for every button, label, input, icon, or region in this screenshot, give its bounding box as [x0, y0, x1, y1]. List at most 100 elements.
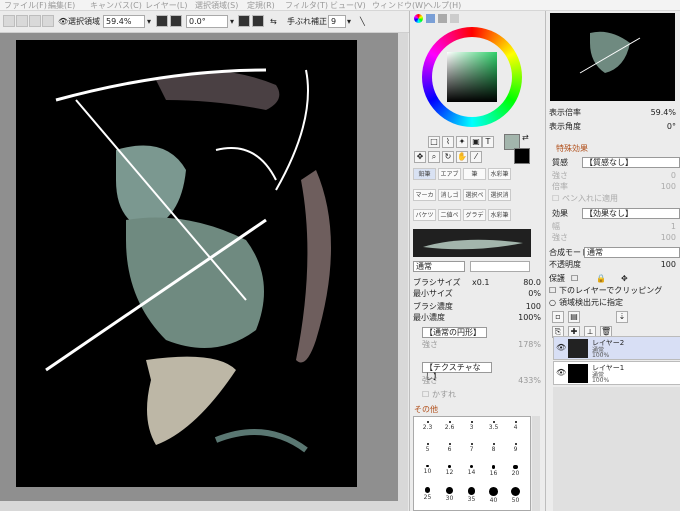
secondary-color-swatch[interactable] — [514, 148, 530, 164]
apply-pen-checkbox[interactable]: ☐ — [552, 193, 559, 204]
eyedropper-icon[interactable]: ⁄ — [470, 151, 482, 163]
menu-canvas[interactable]: キャンバス(C) — [90, 0, 142, 11]
dot-size-cell[interactable]: 2.3 — [420, 421, 435, 436]
dot-size-cell[interactable]: 3 — [464, 421, 479, 436]
eye-icon[interactable]: 👁 — [58, 15, 68, 28]
new-layer-set-icon[interactable]: ▤ — [568, 311, 580, 323]
hand-icon[interactable]: ✋ — [456, 151, 468, 163]
shape-strength-value[interactable]: 178% — [518, 339, 541, 350]
zoom-icon[interactable]: ⌕ — [428, 151, 440, 163]
dot-size-cell[interactable]: 50 — [508, 487, 523, 504]
visibility-eye-icon[interactable]: 👁 — [556, 368, 566, 377]
layer-down-icon[interactable]: ⇣ — [616, 311, 628, 323]
magic-wand-icon[interactable]: ✦ — [456, 136, 468, 148]
move-lock-icon[interactable]: ✥ — [621, 273, 628, 284]
swatch-tab-icon[interactable] — [450, 14, 459, 23]
texture-strength-value[interactable]: 433% — [518, 375, 541, 386]
swap-colors-icon[interactable]: ⇄ — [522, 133, 529, 142]
rotate-reset-button[interactable] — [252, 15, 264, 27]
redo-button[interactable] — [16, 15, 28, 27]
dot-size-cell[interactable]: 5 — [420, 443, 435, 458]
zoom-field[interactable]: 59.4% — [103, 15, 145, 28]
lasso-icon[interactable]: ⌇ — [442, 136, 454, 148]
menu-file[interactable]: ファイル(F) — [4, 0, 47, 11]
navigator-preview[interactable] — [550, 13, 675, 101]
rotate-left-button[interactable] — [238, 15, 250, 27]
color-saturation-box[interactable] — [447, 52, 497, 102]
effect-width-value[interactable]: 1 — [671, 221, 676, 232]
brush-marker[interactable]: マーカー — [413, 189, 436, 201]
magnification-value[interactable]: 100 — [661, 181, 676, 192]
effect-select[interactable]: 【効果なし】 — [582, 208, 680, 219]
layer-item[interactable]: 👁 レイヤー2 通常 100% — [553, 336, 680, 360]
source-checkbox[interactable]: ○ — [549, 297, 556, 308]
brush-shape-select[interactable]: 【通常の円形】 — [422, 327, 487, 338]
angle-dropdown-icon[interactable]: ▾ — [230, 15, 234, 28]
brush-select-pen[interactable]: 選択ペン — [463, 189, 486, 201]
text-tool-icon[interactable]: T — [482, 136, 494, 148]
menu-filter[interactable]: フィルタ(T) — [285, 0, 328, 11]
brush-pencil[interactable]: 鉛筆 — [413, 168, 436, 180]
menu-layer[interactable]: レイヤー(L) — [145, 0, 187, 11]
dot-size-cell[interactable]: 40 — [486, 487, 501, 504]
invert-selection-button[interactable] — [42, 15, 54, 27]
dot-size-cell[interactable]: 20 — [508, 465, 523, 480]
rotate-icon[interactable]: ↻ — [442, 151, 454, 163]
angle-field[interactable]: 0.0° — [186, 15, 228, 28]
protect-checkbox[interactable]: ☐ — [571, 273, 578, 284]
effect-strength-value[interactable]: 0 — [671, 170, 676, 181]
dot-size-cell[interactable]: 6 — [442, 443, 457, 458]
deselect-button[interactable] — [29, 15, 41, 27]
dot-size-cell[interactable]: 3.5 — [486, 421, 501, 436]
hsv-slider-tab-icon[interactable] — [438, 14, 447, 23]
dot-grid-scrollbar[interactable] — [532, 416, 540, 511]
min-size-value[interactable]: 0% — [528, 288, 541, 299]
nav-angle-value[interactable]: 0° — [667, 121, 676, 132]
dot-size-cell[interactable]: 35 — [464, 487, 479, 503]
texture-select[interactable]: 【質感なし】 — [582, 157, 680, 168]
dot-size-cell[interactable]: 25 — [420, 487, 435, 502]
min-density-value[interactable]: 100% — [518, 312, 541, 323]
brush-binary-pen[interactable]: 二値ペン — [438, 209, 461, 221]
dot-size-cell[interactable]: 7 — [464, 443, 479, 458]
brush-bucket[interactable]: バケツ — [413, 209, 436, 221]
brush-airbrush[interactable]: エアブラシ — [438, 168, 461, 180]
menu-ruler[interactable]: 定規(R) — [247, 0, 275, 11]
zoom-out-icon[interactable]: ▾ — [147, 15, 151, 28]
color-wheel-tab-icon[interactable] — [414, 14, 423, 23]
dot-size-cell[interactable]: 8 — [486, 443, 501, 458]
canvas[interactable] — [16, 40, 357, 487]
menu-help[interactable]: ヘルプ(H) — [425, 0, 461, 11]
brush-watercolor-2[interactable]: 水彩筆 — [488, 209, 511, 221]
new-layer-icon[interactable]: ▫ — [552, 311, 564, 323]
line-tool-icon[interactable]: ╲ — [360, 15, 365, 28]
brush-watercolor[interactable]: 水彩筆 — [488, 168, 511, 180]
dot-size-cell[interactable]: 2.6 — [442, 421, 457, 436]
zoom-in-button[interactable] — [156, 15, 168, 27]
effect-strength2-value[interactable]: 100 — [661, 232, 676, 243]
dot-size-cell[interactable]: 9 — [508, 443, 523, 458]
brush-edge-hardness[interactable] — [470, 261, 530, 272]
visibility-eye-icon[interactable]: 👁 — [556, 343, 566, 352]
brush-size-multiplier[interactable]: x0.1 — [472, 277, 489, 288]
nav-zoom-value[interactable]: 59.4% — [651, 107, 676, 118]
stabilizer-dropdown-icon[interactable]: ▾ — [347, 15, 351, 28]
menu-selection[interactable]: 選択領域(S) — [195, 0, 238, 11]
rgb-slider-tab-icon[interactable] — [426, 14, 435, 23]
dot-size-cell[interactable]: 10 — [420, 465, 435, 480]
menu-view[interactable]: ビュー(V) — [330, 0, 366, 11]
opacity-value[interactable]: 100 — [661, 259, 676, 270]
canvas-vertical-scrollbar[interactable] — [398, 33, 408, 501]
marquee-icon[interactable]: □ — [428, 136, 440, 148]
blend-mode-select[interactable]: 通常 — [584, 247, 680, 258]
dot-size-cell[interactable]: 12 — [442, 465, 457, 480]
menu-window[interactable]: ウィンドウ(W) — [372, 0, 426, 11]
layer-item[interactable]: 👁 レイヤー1 通常 100% — [553, 361, 680, 385]
blur-checkbox[interactable]: ☐ — [422, 389, 429, 400]
move-icon[interactable]: ✥ — [414, 151, 426, 163]
brush-texture-select[interactable]: 【テクスチャなし】 — [422, 362, 492, 381]
stabilizer-field[interactable]: 9 — [328, 15, 346, 28]
menu-edit[interactable]: 編集(E) — [48, 0, 75, 11]
brush-mode-select[interactable]: 通常 — [413, 261, 465, 272]
undo-button[interactable] — [3, 15, 15, 27]
